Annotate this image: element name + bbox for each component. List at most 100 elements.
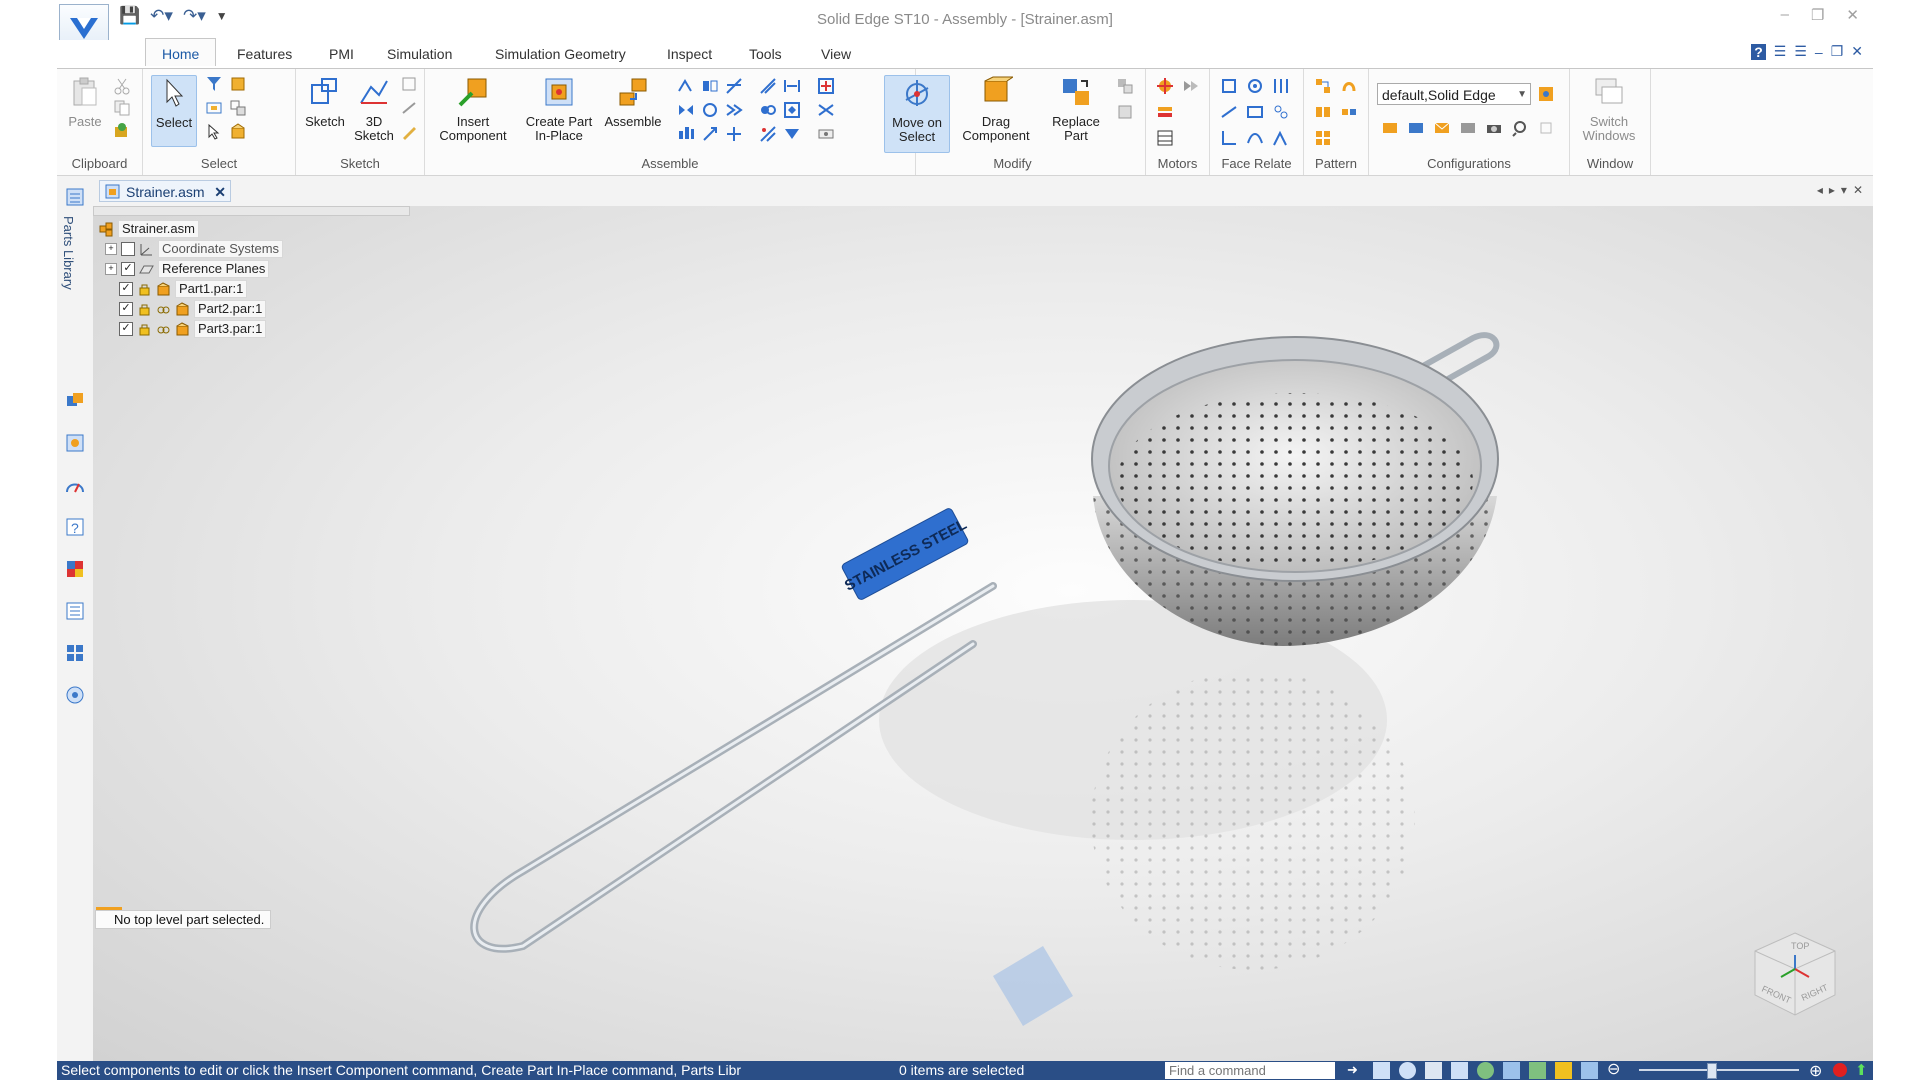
tab-home[interactable]: Home bbox=[145, 38, 217, 66]
linear-motor-icon[interactable] bbox=[1156, 103, 1174, 121]
switch-windows-button[interactable]: Switch Windows bbox=[1576, 75, 1642, 143]
ribbon-close-icon[interactable]: ✕ bbox=[1851, 43, 1863, 60]
graphics-viewport[interactable]: Strainer.asm + Coordinate Systems + ✓ Re… bbox=[93, 206, 1873, 1061]
relationship-8-icon[interactable] bbox=[701, 125, 719, 143]
configuration-select[interactable]: default,Solid Edge ▼ bbox=[1377, 83, 1531, 105]
tab-inspect[interactable]: Inspect bbox=[667, 44, 712, 64]
mirror-icon[interactable] bbox=[1314, 103, 1332, 121]
motor-table-icon[interactable] bbox=[1156, 129, 1174, 147]
find-command-input[interactable] bbox=[1165, 1062, 1335, 1079]
color-manager-icon[interactable] bbox=[64, 558, 86, 580]
fit-icon[interactable] bbox=[1425, 1062, 1442, 1079]
learning-icon[interactable]: ☰ bbox=[1774, 43, 1787, 60]
relationship-6-icon[interactable] bbox=[725, 101, 743, 119]
constraint-4-icon[interactable] bbox=[783, 101, 801, 119]
configuration-manager-icon[interactable] bbox=[1537, 85, 1555, 103]
relationship-2-icon[interactable] bbox=[701, 77, 719, 95]
select-button[interactable]: Select bbox=[151, 75, 197, 147]
saved-views-icon[interactable] bbox=[1581, 1062, 1598, 1079]
duplicate-icon[interactable] bbox=[1340, 77, 1358, 95]
close-window-icon[interactable]: ✕ bbox=[1846, 6, 1859, 24]
tab-tools[interactable]: Tools bbox=[749, 44, 782, 64]
create-part-in-place-button[interactable]: Create Part In-Place bbox=[521, 75, 597, 143]
parts-library-tab[interactable]: Parts Library bbox=[61, 216, 76, 290]
constraint-8-icon[interactable] bbox=[817, 101, 835, 119]
paste-button[interactable]: Paste bbox=[65, 75, 105, 129]
config-tool-7-icon[interactable] bbox=[1537, 119, 1555, 137]
constraint-9-icon[interactable] bbox=[817, 125, 835, 143]
relationship-9-icon[interactable] bbox=[725, 125, 743, 143]
constraint-1-icon[interactable] bbox=[759, 77, 777, 95]
pattern-icon[interactable] bbox=[1314, 77, 1332, 95]
config-tool-6-icon[interactable] bbox=[1511, 119, 1529, 137]
rendering-icon[interactable] bbox=[64, 684, 86, 706]
copy-icon[interactable] bbox=[113, 99, 131, 117]
tab-view[interactable]: View bbox=[821, 44, 851, 64]
motor-icon[interactable] bbox=[1156, 77, 1174, 95]
upload-icon[interactable]: ⬆ bbox=[1855, 1061, 1868, 1079]
box-select-icon[interactable] bbox=[205, 99, 223, 117]
tab-pmi[interactable]: PMI bbox=[329, 44, 354, 64]
properties-icon[interactable] bbox=[64, 600, 86, 622]
minimize-icon[interactable]: – bbox=[1781, 6, 1789, 24]
rotate-icon[interactable] bbox=[1477, 1062, 1494, 1079]
relationship-1-icon[interactable] bbox=[677, 77, 695, 95]
zoom-slider-thumb[interactable] bbox=[1707, 1063, 1717, 1079]
cut-icon[interactable] bbox=[113, 77, 131, 95]
sensors-icon[interactable] bbox=[64, 474, 86, 496]
face-relate-4-icon[interactable] bbox=[1220, 103, 1238, 121]
along-curve-icon[interactable] bbox=[1340, 103, 1358, 121]
paste-special-icon[interactable] bbox=[113, 121, 131, 139]
features-library-icon[interactable] bbox=[64, 432, 86, 454]
help-tab-icon[interactable]: ? bbox=[64, 516, 86, 538]
move-on-select-button[interactable]: Move on Select bbox=[884, 75, 950, 153]
select-part-icon[interactable] bbox=[229, 123, 247, 141]
face-relate-6-icon[interactable] bbox=[1272, 103, 1290, 121]
ribbon-minimize-icon[interactable]: – bbox=[1815, 44, 1823, 60]
zoom-in-icon[interactable]: ⊕ bbox=[1809, 1061, 1822, 1081]
sketch-tool-2-icon[interactable] bbox=[400, 99, 418, 117]
close-tab-icon[interactable]: ✕ bbox=[214, 181, 226, 203]
modify-tool-2-icon[interactable] bbox=[1116, 103, 1134, 121]
face-relate-2-icon[interactable] bbox=[1246, 77, 1264, 95]
3d-sketch-button[interactable]: 3D Sketch bbox=[352, 75, 396, 143]
document-tab-strainer[interactable]: Strainer.asm ✕ bbox=[99, 180, 231, 202]
face-relate-3-icon[interactable] bbox=[1272, 77, 1290, 95]
pan-icon[interactable] bbox=[1451, 1062, 1468, 1079]
constraint-5-icon[interactable] bbox=[759, 125, 777, 143]
arrow-right-icon[interactable]: ➜ bbox=[1347, 1062, 1364, 1079]
tab-features[interactable]: Features bbox=[237, 44, 292, 64]
config-tool-1-icon[interactable] bbox=[1381, 119, 1399, 137]
zoom-icon[interactable] bbox=[1399, 1062, 1416, 1079]
sketch-tool-3-icon[interactable] bbox=[400, 123, 418, 141]
drag-component-button[interactable]: Drag Component bbox=[954, 75, 1038, 143]
ribbon-restore-icon[interactable]: ❐ bbox=[1831, 43, 1844, 60]
view-style-icon[interactable] bbox=[1555, 1062, 1572, 1079]
assemble-button[interactable]: Assemble bbox=[601, 75, 665, 129]
constraint-6-icon[interactable] bbox=[783, 125, 801, 143]
zoom-out-icon[interactable]: ⊖ bbox=[1607, 1062, 1624, 1079]
simulate-motor-icon[interactable] bbox=[1182, 77, 1200, 95]
sketch-tool-1-icon[interactable] bbox=[400, 75, 418, 93]
face-relate-9-icon[interactable] bbox=[1272, 129, 1290, 147]
select-options-icon[interactable] bbox=[229, 99, 247, 117]
relationship-5-icon[interactable] bbox=[701, 101, 719, 119]
sketch-view-icon[interactable] bbox=[1503, 1062, 1520, 1079]
view-cube[interactable]: TOP FRONT RIGHT bbox=[1747, 925, 1843, 1021]
pattern-table-icon[interactable] bbox=[1314, 129, 1332, 147]
select-filter-icon[interactable] bbox=[205, 75, 223, 93]
config-tool-3-icon[interactable] bbox=[1433, 119, 1451, 137]
constraint-7-icon[interactable] bbox=[817, 77, 835, 95]
config-tool-4-icon[interactable] bbox=[1459, 119, 1477, 137]
community-icon[interactable]: ☰ bbox=[1794, 43, 1807, 60]
record-icon[interactable] bbox=[1833, 1063, 1847, 1077]
zoom-slider[interactable] bbox=[1639, 1069, 1799, 1071]
relationship-3-icon[interactable] bbox=[725, 77, 743, 95]
face-relate-1-icon[interactable] bbox=[1220, 77, 1238, 95]
select-tools-icon[interactable] bbox=[229, 75, 247, 93]
relationship-7-icon[interactable] bbox=[677, 125, 695, 143]
document-tab-nav[interactable]: ◂▸▾✕ bbox=[1817, 183, 1869, 197]
face-relate-8-icon[interactable] bbox=[1246, 129, 1264, 147]
zoom-area-icon[interactable] bbox=[1373, 1062, 1390, 1079]
constraint-3-icon[interactable] bbox=[759, 101, 777, 119]
